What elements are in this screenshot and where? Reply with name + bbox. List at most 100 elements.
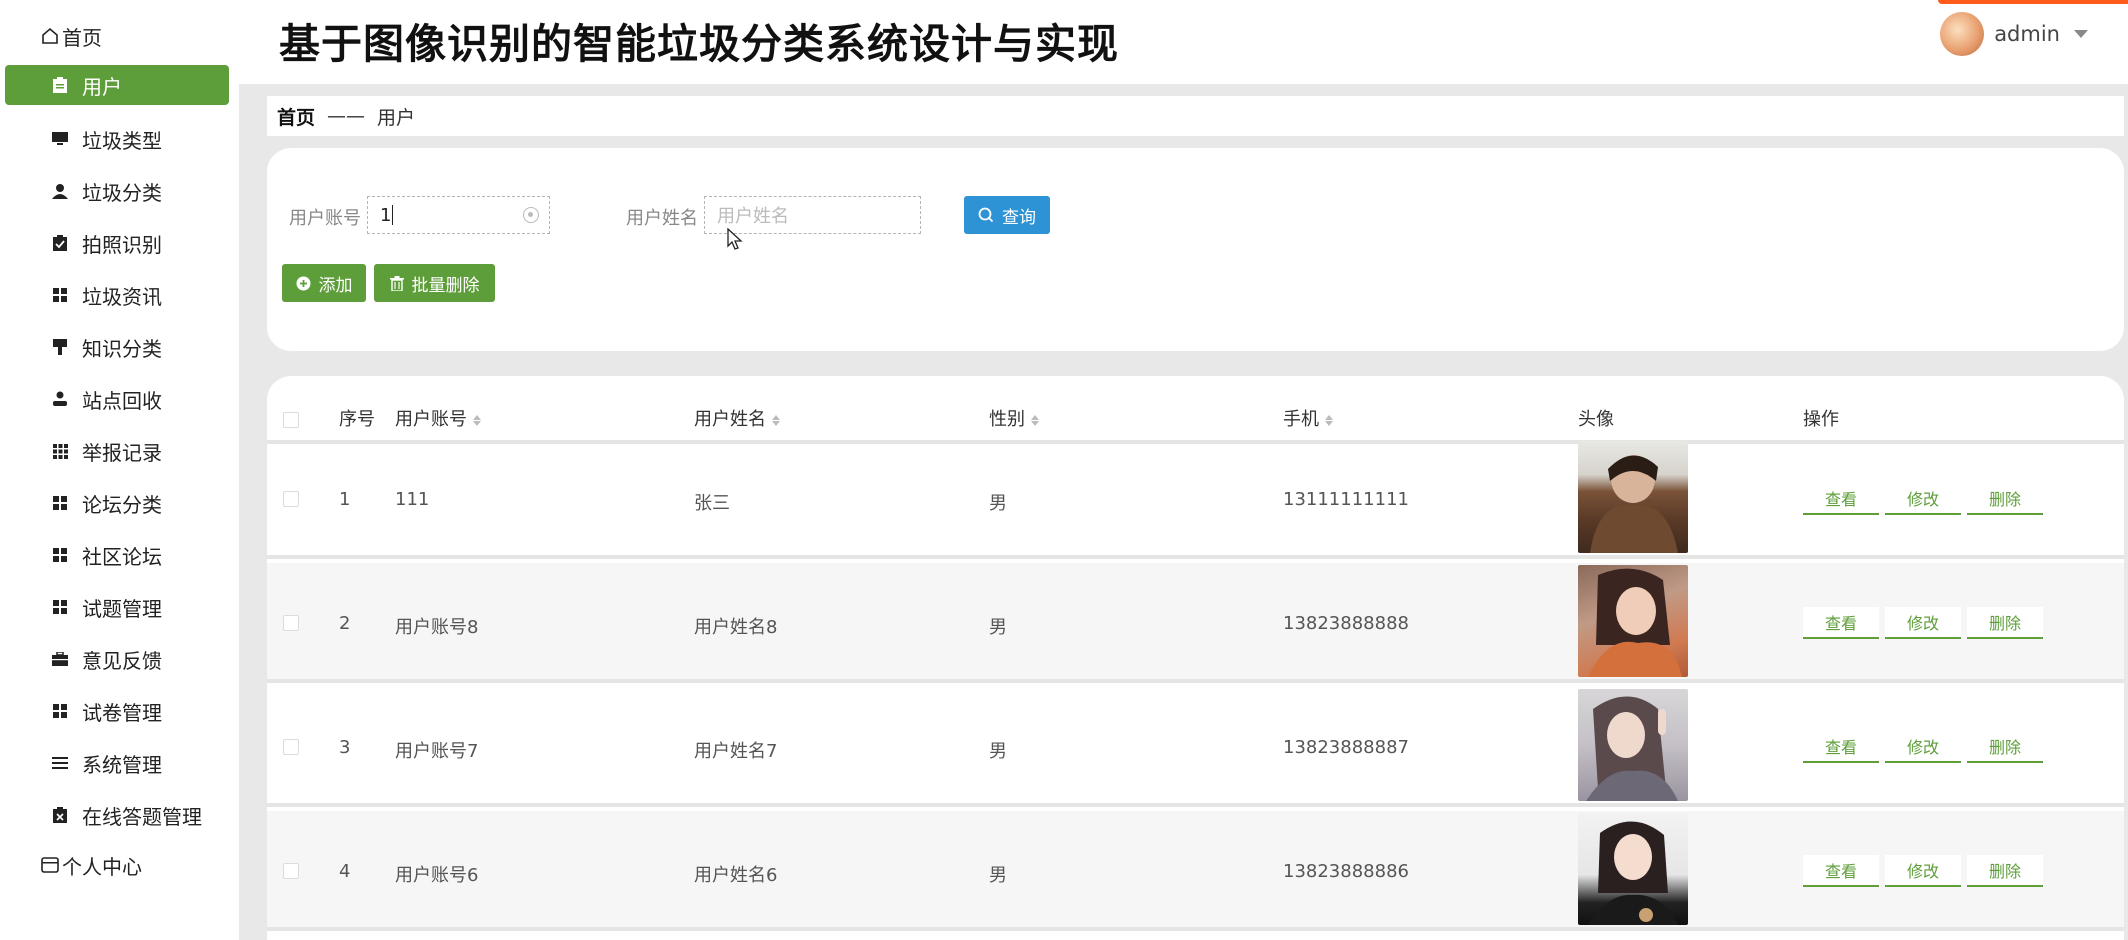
account-label: 用户账号 bbox=[289, 208, 361, 229]
sidebar-item-system-management[interactable]: 系统管理 bbox=[0, 743, 239, 783]
sidebar-item-knowledge-category[interactable]: 知识分类 bbox=[0, 327, 239, 367]
add-button[interactable]: 添加 bbox=[282, 264, 366, 302]
sort-icon[interactable] bbox=[1031, 414, 1041, 427]
grid-icon bbox=[50, 285, 70, 305]
sidebar-item-label: 社区论坛 bbox=[82, 544, 162, 569]
avatar bbox=[1940, 12, 1985, 56]
apps-icon bbox=[50, 441, 70, 461]
delete-button[interactable]: 删除 bbox=[1967, 607, 2043, 639]
row-checkbox[interactable] bbox=[283, 491, 299, 507]
view-button[interactable]: 查看 bbox=[1803, 607, 1879, 639]
trash-icon bbox=[389, 275, 404, 291]
sidebar-item-label: 试题管理 bbox=[82, 596, 162, 621]
cell-gender: 男 bbox=[989, 617, 1007, 638]
edit-button[interactable]: 修改 bbox=[1885, 731, 1961, 763]
sidebar-item-online-quiz-management[interactable]: 在线答题管理 bbox=[0, 795, 239, 835]
batch-delete-button[interactable]: 批量删除 bbox=[374, 264, 495, 302]
header-gender-label: 性别 bbox=[989, 409, 1025, 430]
delete-button[interactable]: 删除 bbox=[1967, 483, 2043, 515]
table-header: 序号 用户账号 用户姓名 性别 手机 头像 操作 bbox=[267, 396, 2124, 444]
header-phone[interactable]: 手机 bbox=[1283, 405, 1335, 431]
breadcrumb-home[interactable]: 首页 bbox=[277, 103, 315, 130]
username: admin bbox=[1994, 22, 2060, 46]
sort-icon[interactable] bbox=[772, 414, 782, 427]
row-checkbox[interactable] bbox=[283, 863, 299, 879]
sidebar-item-forum-category[interactable]: 论坛分类 bbox=[0, 483, 239, 523]
account-input-value: 1 bbox=[380, 204, 392, 226]
edit-button[interactable]: 修改 bbox=[1885, 607, 1961, 639]
cell-index: 3 bbox=[339, 737, 351, 758]
cell-gender: 男 bbox=[989, 741, 1007, 762]
sidebar-item-community-forum[interactable]: 社区论坛 bbox=[0, 535, 239, 575]
delete-button[interactable]: 删除 bbox=[1967, 855, 2043, 887]
sidebar-item-home[interactable]: 首页 bbox=[0, 16, 239, 56]
grid-icon bbox=[50, 597, 70, 617]
cell-account: 111 bbox=[395, 489, 430, 510]
search-button[interactable]: 查询 bbox=[964, 196, 1050, 234]
sidebar-item-personal-center[interactable]: 个人中心 bbox=[0, 845, 239, 885]
view-button[interactable]: 查看 bbox=[1803, 855, 1879, 887]
cell-name: 用户姓名6 bbox=[694, 865, 778, 886]
sidebar-item-label: 首页 bbox=[62, 25, 102, 50]
table-row: 4 用户账号6 用户姓名6 男 13823888886 查看 修改 删除 bbox=[267, 811, 2124, 931]
table-row: 3 用户账号7 用户姓名7 男 13823888887 查看 修改 删除 bbox=[267, 687, 2124, 807]
cell-gender: 男 bbox=[989, 493, 1007, 514]
sidebar-item-feedback[interactable]: 意见反馈 bbox=[0, 639, 239, 679]
table-row: 2 用户账号8 用户姓名8 男 13823888888 查看 修改 删除 bbox=[267, 563, 2124, 683]
search-panel: 用户账号 1 用户姓名 用户姓名 查询 添加 批量删除 bbox=[267, 148, 2124, 351]
sidebar-item-label: 举报记录 bbox=[82, 440, 162, 465]
view-button[interactable]: 查看 bbox=[1803, 483, 1879, 515]
sidebar-item-label: 知识分类 bbox=[82, 336, 162, 361]
sidebar-item-label: 站点回收 bbox=[82, 388, 162, 413]
view-button[interactable]: 查看 bbox=[1803, 731, 1879, 763]
clear-icon[interactable] bbox=[523, 207, 539, 223]
grid-icon bbox=[50, 545, 70, 565]
row-checkbox[interactable] bbox=[283, 739, 299, 755]
sidebar-item-garbage-type[interactable]: 垃圾类型 bbox=[0, 119, 239, 159]
edit-button[interactable]: 修改 bbox=[1885, 483, 1961, 515]
cell-gender: 男 bbox=[989, 865, 1007, 886]
sidebar-item-photo-recognition[interactable]: 拍照识别 bbox=[0, 223, 239, 263]
header-index: 序号 bbox=[339, 409, 375, 430]
table-row: 1 111 张三 男 13111111111 查看 修改 删除 bbox=[267, 439, 2124, 559]
sidebar-item-label: 垃圾分类 bbox=[82, 180, 162, 205]
header-actions: 操作 bbox=[1803, 409, 1839, 430]
header-avatar: 头像 bbox=[1578, 409, 1614, 430]
cell-name: 张三 bbox=[694, 493, 730, 514]
sidebar-item-label: 系统管理 bbox=[82, 752, 162, 777]
header-gender[interactable]: 性别 bbox=[989, 405, 1041, 431]
sidebar-item-report-records[interactable]: 举报记录 bbox=[0, 431, 239, 471]
cell-index: 2 bbox=[339, 613, 351, 634]
sidebar: 首页 用户 垃圾类型 垃圾分类 拍照识别 垃圾资讯 知识分类 站点回收 举报记录… bbox=[0, 0, 239, 940]
account-input[interactable]: 1 bbox=[367, 196, 550, 234]
sidebar-item-station-recycle[interactable]: 站点回收 bbox=[0, 379, 239, 419]
flag-icon bbox=[50, 337, 70, 357]
header-account[interactable]: 用户账号 bbox=[395, 405, 483, 431]
sidebar-item-question-management[interactable]: 试题管理 bbox=[0, 587, 239, 627]
cell-phone: 13823888887 bbox=[1283, 737, 1409, 758]
user-menu[interactable]: admin bbox=[1940, 12, 2088, 56]
sidebar-item-garbage-news[interactable]: 垃圾资讯 bbox=[0, 275, 239, 315]
cell-account: 用户账号6 bbox=[395, 865, 479, 886]
header-phone-label: 手机 bbox=[1283, 409, 1319, 430]
edit-button[interactable]: 修改 bbox=[1885, 855, 1961, 887]
list-icon bbox=[50, 753, 70, 773]
sidebar-item-label: 试卷管理 bbox=[82, 700, 162, 725]
delete-button[interactable]: 删除 bbox=[1967, 731, 2043, 763]
cell-index: 1 bbox=[339, 489, 351, 510]
clipboard-check-icon bbox=[50, 233, 70, 253]
sidebar-item-label: 用户 bbox=[82, 74, 122, 99]
sidebar-item-users[interactable]: 用户 bbox=[5, 65, 229, 105]
sidebar-item-garbage-category[interactable]: 垃圾分类 bbox=[0, 171, 239, 211]
select-all-checkbox[interactable] bbox=[283, 412, 299, 428]
sidebar-item-exam-management[interactable]: 试卷管理 bbox=[0, 691, 239, 731]
breadcrumb-current: 用户 bbox=[377, 106, 416, 129]
home-icon bbox=[40, 26, 60, 46]
header-name[interactable]: 用户姓名 bbox=[694, 405, 782, 431]
sort-icon[interactable] bbox=[1325, 414, 1335, 427]
row-checkbox[interactable] bbox=[283, 615, 299, 631]
avatar-photo bbox=[1578, 689, 1688, 801]
sort-icon[interactable] bbox=[473, 414, 483, 427]
page-title: 基于图像识别的智能垃圾分类系统设计与实现 bbox=[279, 20, 1119, 68]
sidebar-item-label: 论坛分类 bbox=[82, 492, 162, 517]
